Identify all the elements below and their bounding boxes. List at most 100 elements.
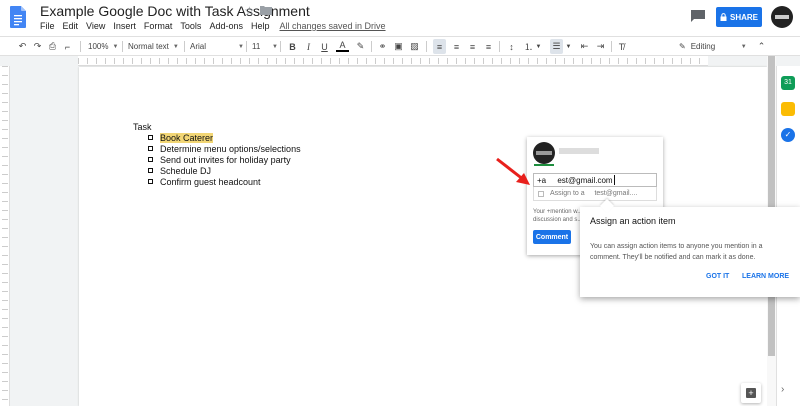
- toolbar-divider: [371, 41, 372, 52]
- link-icon[interactable]: ⚭: [376, 39, 389, 54]
- align-justify-icon[interactable]: ≡: [482, 39, 495, 54]
- tooltip-title: Assign an action item: [590, 216, 676, 226]
- task-item[interactable]: Determine menu options/selections: [148, 143, 301, 154]
- assign-label: Assign to a test@gmail....: [550, 190, 638, 197]
- explore-button[interactable]: +: [741, 383, 761, 403]
- chevron-down-icon: ▼: [172, 43, 179, 50]
- task-item[interactable]: Confirm guest headcount: [148, 176, 301, 187]
- text-color-icon[interactable]: A: [336, 39, 349, 52]
- save-status-link[interactable]: All changes saved in Drive: [279, 21, 385, 31]
- align-left-icon[interactable]: ≡: [433, 39, 446, 54]
- task-label: Book Caterer: [160, 132, 214, 143]
- menu-bar: File Edit View Insert Format Tools Add-o…: [40, 21, 394, 31]
- style-select[interactable]: Normal text ▼: [128, 39, 179, 54]
- font-size-select[interactable]: 11 ▼: [252, 39, 278, 54]
- decrease-indent-icon[interactable]: ⇤: [578, 39, 591, 54]
- editing-mode-select[interactable]: ✎ Editing ▼: [679, 39, 747, 54]
- app-header: Example Google Doc with Task Assignment …: [0, 0, 800, 36]
- learn-more-button[interactable]: LEARN MORE: [742, 273, 789, 280]
- ruler-ticks: [2, 66, 8, 406]
- menu-insert[interactable]: Insert: [113, 21, 136, 31]
- underline-icon[interactable]: U: [318, 39, 331, 54]
- checkbox-icon[interactable]: [148, 168, 153, 173]
- line-spacing-icon[interactable]: ↕: [505, 39, 518, 54]
- align-right-icon[interactable]: ≡: [466, 39, 479, 54]
- editing-mode-label: Editing: [690, 42, 716, 51]
- print-icon[interactable]: ⎙: [46, 39, 59, 54]
- assign-checkbox[interactable]: [538, 190, 544, 197]
- scrollbar-thumb[interactable]: [768, 56, 775, 356]
- got-it-button[interactable]: GOT IT: [706, 273, 729, 280]
- chevron-down-icon: ▼: [740, 43, 747, 50]
- menu-edit[interactable]: Edit: [63, 21, 79, 31]
- task-item[interactable]: Schedule DJ: [148, 165, 301, 176]
- task-label: Send out invites for holiday party: [160, 154, 291, 165]
- mention-hint-text: Your +mention w... discussion and s...: [533, 209, 583, 223]
- chevron-down-icon: ▼: [112, 43, 119, 50]
- font-select[interactable]: Arial ▼: [190, 39, 244, 54]
- zoom-value: 100%: [88, 42, 109, 51]
- redo-icon[interactable]: ↷: [31, 39, 44, 54]
- assign-action-item-option[interactable]: Assign to a test@gmail....: [533, 187, 657, 201]
- task-heading[interactable]: Task: [133, 122, 152, 132]
- menu-tools[interactable]: Tools: [180, 21, 201, 31]
- task-label: Determine menu options/selections: [160, 143, 301, 154]
- clear-formatting-icon[interactable]: T̸: [615, 39, 628, 54]
- toolbar-divider: [611, 41, 612, 52]
- increase-indent-icon[interactable]: ⇥: [594, 39, 607, 54]
- text-cursor: [613, 175, 615, 185]
- style-value: Normal text: [128, 42, 169, 51]
- folder-icon[interactable]: [260, 5, 272, 15]
- docs-logo-icon[interactable]: [10, 6, 26, 28]
- task-item[interactable]: Send out invites for holiday party: [148, 154, 301, 165]
- menu-help[interactable]: Help: [251, 21, 270, 31]
- undo-icon[interactable]: ↶: [16, 39, 29, 54]
- task-item[interactable]: Book Caterer: [148, 132, 301, 143]
- bold-icon[interactable]: B: [286, 39, 299, 54]
- toolbar-divider: [499, 41, 500, 52]
- checkbox-icon[interactable]: [148, 146, 153, 151]
- menu-view[interactable]: View: [86, 21, 105, 31]
- checkbox-icon[interactable]: [148, 179, 153, 184]
- menu-format[interactable]: Format: [144, 21, 173, 31]
- account-avatar[interactable]: [771, 6, 793, 28]
- toolbar-divider: [426, 41, 427, 52]
- toolbar-divider: [280, 41, 281, 52]
- share-button[interactable]: SHARE: [716, 7, 762, 27]
- commenter-avatar: [533, 142, 555, 164]
- highlight-color-icon[interactable]: ✎: [354, 39, 367, 54]
- tooltip-body: You can assign action items to anyone yo…: [590, 243, 763, 261]
- insert-comment-icon[interactable]: ▣: [392, 39, 405, 54]
- paint-format-icon[interactable]: ⌐: [61, 39, 74, 54]
- ruler-ticks: [78, 58, 708, 64]
- checkbox-icon[interactable]: [148, 135, 153, 140]
- comment-input[interactable]: +a est@gmail.com: [533, 173, 657, 187]
- comment-input-value: +a est@gmail.com: [537, 175, 613, 185]
- menu-addons[interactable]: Add-ons: [209, 21, 243, 31]
- chevron-down-icon[interactable]: ▼: [532, 39, 545, 54]
- keep-icon[interactable]: [781, 102, 795, 116]
- tasks-icon[interactable]: ✓: [781, 128, 795, 142]
- chevron-right-icon[interactable]: ›: [781, 384, 784, 395]
- chevron-down-icon: ▼: [272, 43, 278, 50]
- toolbar-divider: [80, 41, 81, 52]
- insert-image-icon[interactable]: ▨: [408, 39, 421, 54]
- collapse-menus-icon[interactable]: ⌃: [755, 39, 768, 54]
- zoom-select[interactable]: 100% ▼: [88, 39, 118, 54]
- italic-icon[interactable]: I: [302, 39, 315, 54]
- commenter-name-blurred: [559, 148, 599, 154]
- vertical-ruler[interactable]: [0, 66, 10, 406]
- chevron-down-icon[interactable]: ▼: [562, 39, 575, 54]
- menu-file[interactable]: File: [40, 21, 55, 31]
- font-size-value: 11: [252, 42, 261, 51]
- align-center-icon[interactable]: ≡: [450, 39, 463, 54]
- horizontal-ruler[interactable]: [78, 56, 708, 66]
- checkbox-icon[interactable]: [148, 157, 153, 162]
- calendar-icon[interactable]: 31: [781, 76, 795, 90]
- comments-icon[interactable]: [690, 9, 706, 23]
- formatting-toolbar: ↶ ↷ ⎙ ⌐ 100% ▼ Normal text ▼ Arial ▼ 11 ▼ B …: [0, 36, 800, 56]
- comment-button[interactable]: Comment: [533, 230, 571, 244]
- star-icon[interactable]: ☆: [244, 4, 255, 18]
- chevron-down-icon: ▼: [238, 43, 244, 50]
- lock-icon: [720, 13, 727, 21]
